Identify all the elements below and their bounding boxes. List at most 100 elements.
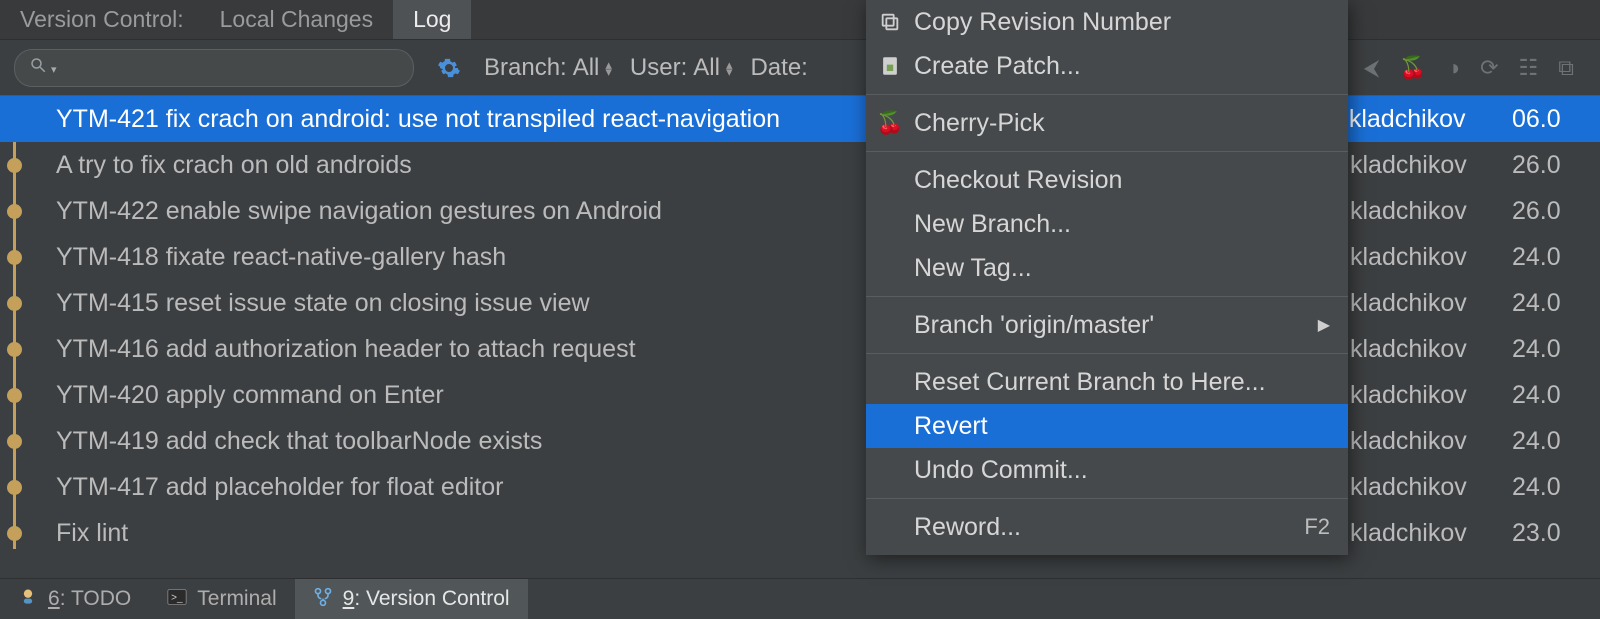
menu-separator [866, 151, 1348, 152]
commit-date: 06.0 [1512, 105, 1561, 134]
commit-message: YTM-416 add authorization header to atta… [56, 335, 636, 364]
commit-log: YTM-421 fix crach on android: use not tr… [0, 96, 1600, 578]
menu-item-reword[interactable]: Reword... F2 [866, 505, 1348, 549]
gear-icon [437, 56, 461, 80]
search-icon [29, 56, 47, 79]
chevron-down-icon: ▾ [51, 63, 57, 76]
tool-button-todo[interactable]: 6: TODO [0, 579, 149, 619]
cherry-pick-icon[interactable]: 🍒 [1399, 55, 1426, 81]
commit-message: YTM-419 add check that toolbarNode exist… [56, 427, 542, 456]
commit-date: 24.0 [1512, 427, 1561, 456]
commit-row[interactable]: YTM-418 fixate react-native-gallery hash… [0, 234, 1600, 280]
menu-item-label: Undo Commit... [914, 456, 1088, 485]
patch-icon [876, 55, 904, 77]
user-filter-label: User: [630, 54, 687, 82]
menu-item-label: Revert [914, 412, 988, 441]
commit-message: Fix lint [56, 519, 128, 548]
chevron-right-icon: ▶ [1318, 315, 1330, 335]
menu-item-revert[interactable]: Revert [866, 404, 1348, 448]
commit-date: 24.0 [1512, 473, 1561, 502]
commit-date: 26.0 [1512, 197, 1561, 226]
commit-row[interactable]: YTM-416 add authorization header to atta… [0, 326, 1600, 372]
date-filter-label: Date: [750, 54, 807, 82]
menu-item-label: Create Patch... [914, 52, 1081, 81]
commit-row[interactable]: YTM-421 fix crach on android: use not tr… [0, 96, 1600, 142]
tool-button-version-control[interactable]: 9: Version Control [295, 579, 528, 619]
menu-separator [866, 498, 1348, 499]
tool-button-todo-label: 6: TODO [48, 587, 131, 611]
commit-row[interactable]: YTM-417 add placeholder for float editor… [0, 464, 1600, 510]
tool-button-terminal[interactable]: >_ Terminal [149, 579, 294, 619]
branch-filter[interactable]: Branch: All ▴▾ [484, 54, 612, 82]
todo-icon [18, 587, 38, 612]
commit-row[interactable]: YTM-422 enable swipe navigation gestures… [0, 188, 1600, 234]
commit-message: A try to fix crach on old androids [56, 151, 412, 180]
commit-message: YTM-422 enable swipe navigation gestures… [56, 197, 662, 226]
copy-icon [876, 11, 904, 33]
menu-item-label: Checkout Revision [914, 166, 1122, 195]
menu-item-undo-commit[interactable]: Undo Commit... [866, 448, 1348, 492]
commit-message: YTM-420 apply command on Enter [56, 381, 444, 410]
commit-date: 26.0 [1512, 151, 1561, 180]
menu-separator [866, 353, 1348, 354]
branch-icon [313, 587, 333, 612]
menu-item-new-branch[interactable]: New Branch... [866, 202, 1348, 246]
commit-date: 24.0 [1512, 381, 1561, 410]
commit-row[interactable]: Fix lintkladchikov23.0 [0, 510, 1600, 556]
commit-row[interactable]: YTM-420 apply command on Enterkladchikov… [0, 372, 1600, 418]
sort-caret-icon: ▴▾ [605, 61, 612, 75]
tab-log[interactable]: Log [393, 0, 471, 39]
goto-hash-icon[interactable]: ☷ [1519, 55, 1539, 81]
menu-item-checkout-revision[interactable]: Checkout Revision [866, 158, 1348, 202]
menu-item-new-tag[interactable]: New Tag... [866, 246, 1348, 290]
menu-item-label: Reword... [914, 513, 1021, 542]
date-filter[interactable]: Date: [750, 54, 807, 82]
user-filter-value: All [693, 54, 720, 82]
log-filter-bar: ▾ Branch: All ▴▾ User: All ▴▾ Date: ⮜ 🍒 … [0, 40, 1600, 96]
commit-date: 24.0 [1512, 335, 1561, 364]
tool-button-vc-label: 9: Version Control [343, 587, 510, 611]
search-input[interactable]: ▾ [14, 49, 414, 87]
commit-row[interactable]: A try to fix crach on old androidskladch… [0, 142, 1600, 188]
commit-message: YTM-417 add placeholder for float editor [56, 473, 503, 502]
log-toolbar-actions: ⮜ 🍒 ◑ ⟳ ☷ ⧉ [1364, 55, 1586, 81]
menu-item-label: Copy Revision Number [914, 8, 1171, 37]
commit-message: YTM-421 fix crach on android: use not tr… [56, 105, 780, 134]
menu-item-reset-current-branch-to-here[interactable]: Reset Current Branch to Here... [866, 360, 1348, 404]
commit-message: YTM-415 reset issue state on closing iss… [56, 289, 590, 318]
menu-item-create-patch[interactable]: Create Patch... [866, 44, 1348, 88]
vc-tool-window-tabs: Version Control: Local Changes Log [0, 0, 1600, 40]
commit-date: 24.0 [1512, 243, 1561, 272]
menu-item-label: Branch 'origin/master' [914, 311, 1154, 340]
vc-label: Version Control: [0, 0, 200, 39]
intellisort-icon[interactable]: ⧉ [1558, 55, 1574, 81]
refresh-icon[interactable]: ⟳ [1480, 55, 1498, 81]
commit-context-menu: Copy Revision Number Create Patch... 🍒 Cher… [866, 0, 1348, 555]
branch-filter-value: All [573, 54, 600, 82]
menu-item-label: Cherry-Pick [914, 109, 1045, 138]
collapse-icon[interactable]: ⮜ [1364, 55, 1380, 81]
user-filter[interactable]: User: All ▴▾ [630, 54, 733, 82]
menu-item-copy-revision-number[interactable]: Copy Revision Number [866, 0, 1348, 44]
menu-item-shortcut: F2 [1304, 514, 1330, 540]
status-tool-buttons: 6: TODO >_ Terminal 9: Version Control [0, 578, 1600, 619]
svg-text:>_: >_ [171, 592, 183, 603]
commit-row[interactable]: YTM-419 add check that toolbarNode exist… [0, 418, 1600, 464]
menu-separator [866, 94, 1348, 95]
cherry-icon: 🍒 [876, 110, 904, 136]
branch-filter-label: Branch: [484, 54, 567, 82]
terminal-icon: >_ [167, 588, 187, 611]
highlight-icon[interactable]: ◑ [1447, 55, 1460, 81]
menu-item-label: New Branch... [914, 210, 1071, 239]
menu-item-label: New Tag... [914, 254, 1032, 283]
tab-local-changes[interactable]: Local Changes [200, 0, 393, 39]
commit-message: YTM-418 fixate react-native-gallery hash [56, 243, 506, 272]
commit-row[interactable]: YTM-415 reset issue state on closing iss… [0, 280, 1600, 326]
menu-item-cherry-pick[interactable]: 🍒 Cherry-Pick [866, 101, 1348, 145]
menu-item-branch-origin-master[interactable]: Branch 'origin/master' ▶ [866, 303, 1348, 347]
menu-item-label: Reset Current Branch to Here... [914, 368, 1266, 397]
commit-date: 23.0 [1512, 519, 1561, 548]
commit-date: 24.0 [1512, 289, 1561, 318]
menu-separator [866, 296, 1348, 297]
settings-button[interactable] [432, 51, 466, 85]
